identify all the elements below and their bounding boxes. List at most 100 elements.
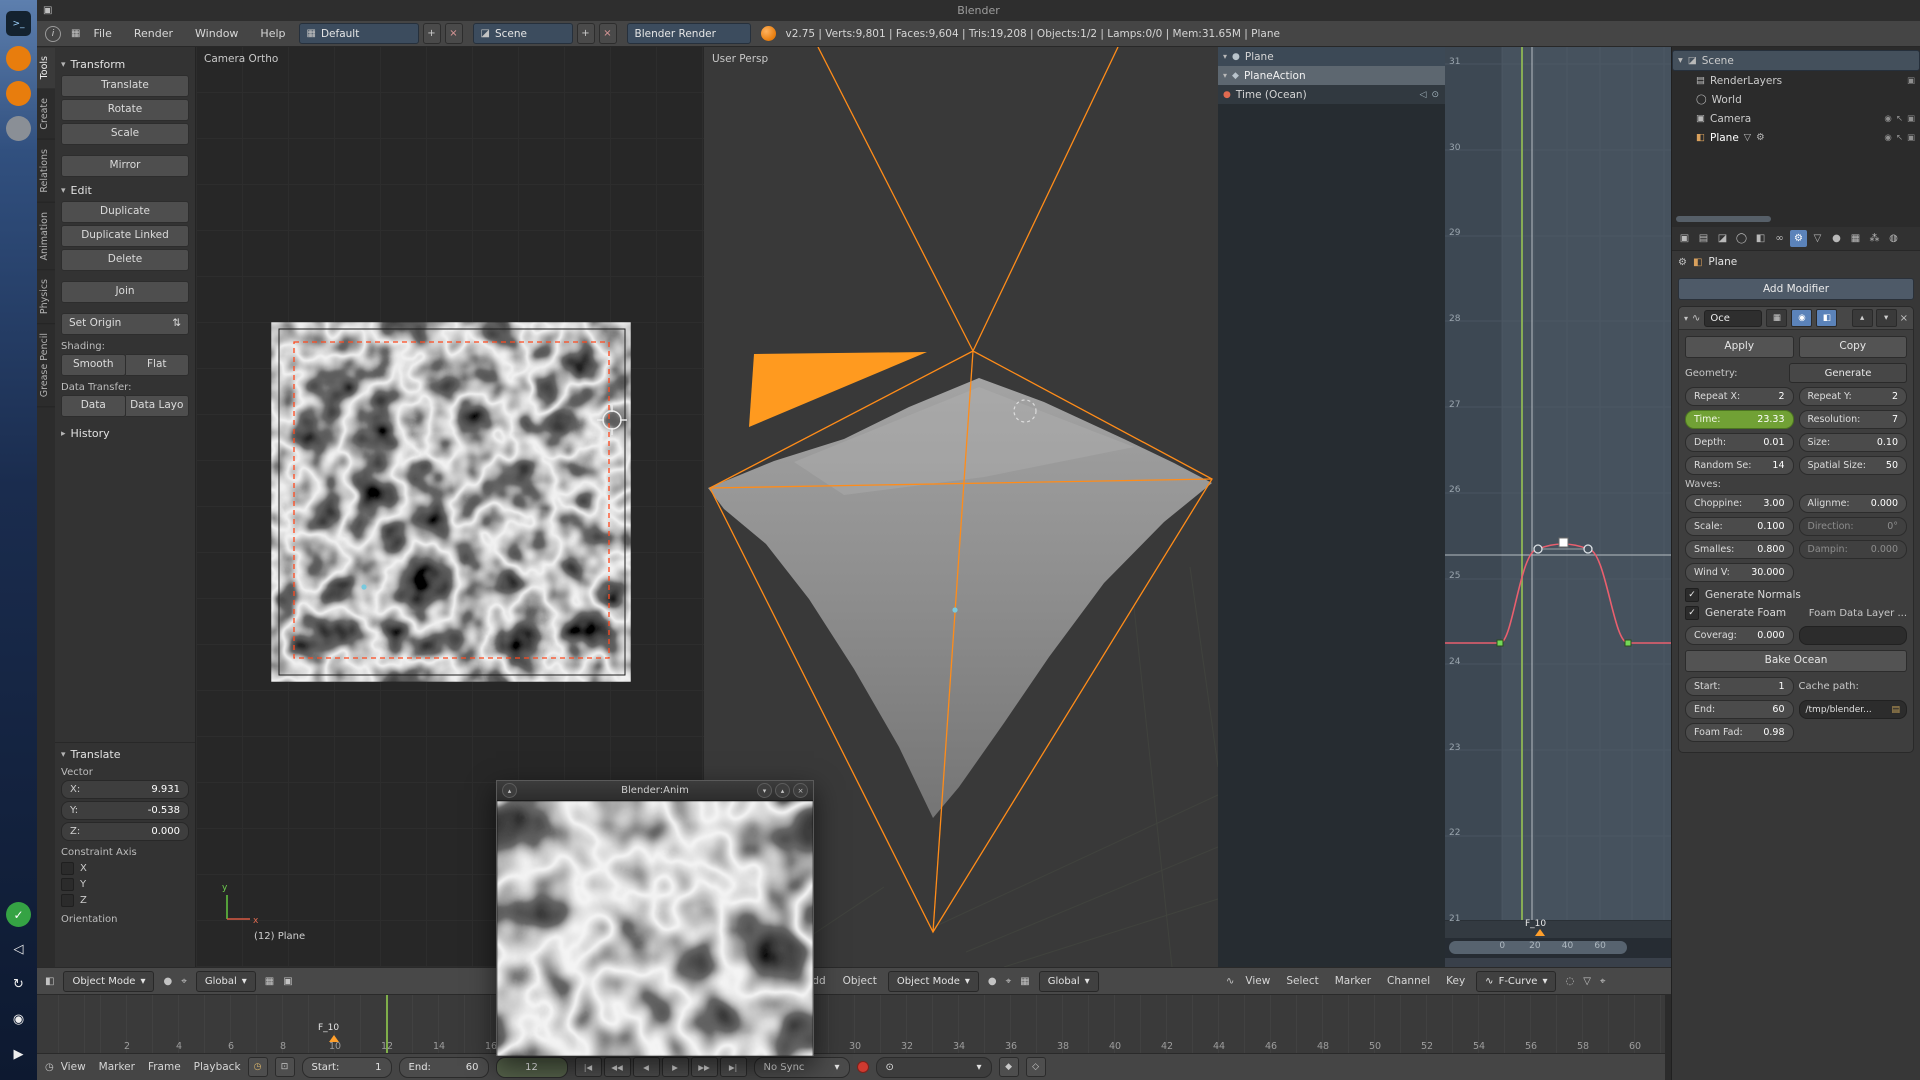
ghost-curves-icon[interactable]: ◌ bbox=[1565, 976, 1574, 987]
geometry-mode-dropdown[interactable]: Generate bbox=[1789, 363, 1907, 383]
channel-row-time-ocean[interactable]: ● Time (Ocean) ◁ ⊙ bbox=[1218, 85, 1445, 104]
bake-start-field[interactable]: Start: 1 bbox=[1685, 677, 1794, 696]
number-field[interactable]: Repeat Y:2 bbox=[1799, 387, 1908, 406]
edit-mode-toggle[interactable]: ▦ bbox=[1766, 309, 1787, 327]
number-field[interactable]: Alignme:0.000 bbox=[1799, 494, 1908, 513]
editor-type-icon[interactable]: ◷ bbox=[45, 1062, 54, 1073]
visibility-eye-icon[interactable]: ◉ bbox=[1884, 133, 1891, 143]
number-field[interactable]: Dampin:0.000 bbox=[1799, 540, 1908, 559]
edit-panel-header[interactable]: ▾ Edit bbox=[61, 184, 189, 197]
play-button[interactable]: ▶ bbox=[662, 1057, 689, 1077]
sync-dropdown[interactable]: No Sync ▾ bbox=[754, 1057, 850, 1078]
dock-terminal-icon[interactable]: >_ bbox=[6, 11, 31, 36]
outliner-row-world[interactable]: ◯ World bbox=[1672, 90, 1920, 109]
dock-check-icon[interactable]: ✓ bbox=[6, 902, 31, 927]
constraint-axis-checkbox[interactable]: X bbox=[61, 860, 189, 876]
toolshelf-tab[interactable]: Grease Pencil bbox=[37, 324, 55, 407]
timeline[interactable]: F_10 24681012141618202224262830323436384… bbox=[37, 994, 1665, 1054]
toolshelf-tab[interactable]: Tools bbox=[37, 47, 55, 89]
insert-keyframe-icon[interactable]: ◆ bbox=[999, 1057, 1019, 1077]
render-engine-selector[interactable]: Blender Render bbox=[627, 23, 751, 44]
vector-component-field[interactable]: Y:-0.538 bbox=[61, 801, 189, 820]
number-field[interactable]: Resolution:7 bbox=[1799, 410, 1908, 429]
properties-tab-texture[interactable]: ▦ bbox=[1847, 230, 1864, 247]
shading-button[interactable]: Smooth bbox=[61, 354, 126, 376]
number-field[interactable]: Size:0.10 bbox=[1799, 433, 1908, 452]
dock-blender-icon-2[interactable] bbox=[6, 81, 31, 106]
lock-pin-icon[interactable]: ⊙ bbox=[1431, 90, 1439, 100]
layers-icon[interactable]: ▦ bbox=[1020, 976, 1029, 987]
menu-item[interactable]: Object bbox=[841, 975, 879, 987]
properties-tab-render-layers[interactable]: ▤ bbox=[1695, 230, 1712, 247]
foam-fade-field[interactable]: Foam Fad: 0.98 bbox=[1685, 723, 1794, 742]
coverage-field[interactable]: Coverag: 0.000 bbox=[1685, 626, 1794, 645]
edit-button[interactable]: Duplicate Linked bbox=[61, 225, 189, 247]
number-field[interactable]: Depth:0.01 bbox=[1685, 433, 1794, 452]
join-button[interactable]: Join bbox=[61, 281, 189, 303]
dock-blender-icon[interactable] bbox=[6, 46, 31, 71]
cache-path-field[interactable]: /tmp/blender... ▤ bbox=[1799, 700, 1908, 719]
shading-button[interactable]: Flat bbox=[126, 354, 190, 376]
menu-item[interactable]: Window bbox=[192, 27, 241, 40]
copy-button[interactable]: Copy bbox=[1799, 336, 1908, 358]
graph-marker-row[interactable]: F_10 bbox=[1445, 920, 1671, 939]
transform-button[interactable]: Rotate bbox=[61, 99, 189, 121]
window-menu-icon[interactable]: ▴ bbox=[502, 783, 517, 798]
graph-editor[interactable]: 3130292827262524232221 F_10 0204060 bbox=[1445, 47, 1671, 967]
menu-item[interactable]: Marker bbox=[99, 1061, 135, 1073]
renderability-icon[interactable]: ▣ bbox=[1907, 114, 1915, 124]
render-toggle[interactable]: ◧ bbox=[1816, 309, 1837, 327]
generate-foam-checkbox[interactable]: ✓ Generate Foam bbox=[1685, 606, 1786, 620]
folder-icon[interactable]: ▤ bbox=[1891, 705, 1900, 715]
transform-panel-header[interactable]: ▾ Transform bbox=[61, 58, 189, 71]
delete-layout-button[interactable]: × bbox=[445, 23, 463, 44]
prev-keyframe-button[interactable]: ◀◀ bbox=[604, 1057, 631, 1077]
properties-tab-constraints[interactable]: ∞ bbox=[1771, 230, 1788, 247]
transform-button[interactable]: Scale bbox=[61, 123, 189, 145]
menu-item[interactable]: Render bbox=[131, 27, 176, 40]
delete-modifier-icon[interactable]: × bbox=[1900, 313, 1908, 324]
menu-item[interactable]: Playback bbox=[194, 1061, 241, 1073]
operator-panel-header[interactable]: ▾ Translate bbox=[61, 748, 189, 761]
float-window-titlebar[interactable]: ▴ Blender:Anim ▾ ▴ × bbox=[497, 781, 813, 801]
dock-app-icon[interactable] bbox=[6, 116, 31, 141]
number-field[interactable]: Time:23.33 bbox=[1685, 410, 1794, 429]
data-transfer-button[interactable]: Data Layo bbox=[126, 395, 190, 417]
orientation-dropdown[interactable]: Global ▾ bbox=[1039, 971, 1099, 992]
number-field[interactable]: Scale:0.100 bbox=[1685, 517, 1794, 536]
properties-tab-physics[interactable]: ◍ bbox=[1885, 230, 1902, 247]
properties-tab-scene[interactable]: ◪ bbox=[1714, 230, 1731, 247]
generate-normals-checkbox[interactable]: ✓ Generate Normals bbox=[1685, 586, 1907, 604]
toolshelf-tab[interactable]: Physics bbox=[37, 270, 55, 324]
dock-speaker-icon[interactable]: ◁ bbox=[6, 937, 31, 962]
dock-eject-icon[interactable]: ◉ bbox=[6, 1007, 31, 1032]
number-field[interactable]: Spatial Size:50 bbox=[1799, 456, 1908, 475]
graph-h-scrollbar[interactable]: 0204060 bbox=[1445, 938, 1671, 958]
channel-row-plane[interactable]: ▾ ● Plane bbox=[1218, 47, 1445, 66]
collapse-icon[interactable]: ▾ bbox=[1684, 314, 1688, 323]
add-modifier-button[interactable]: Add Modifier bbox=[1678, 278, 1914, 300]
delete-keyframe-icon[interactable]: ◇ bbox=[1026, 1057, 1046, 1077]
properties-tab-data[interactable]: ▽ bbox=[1809, 230, 1826, 247]
outliner-row-renderlayers[interactable]: ▤ RenderLayers ▣ bbox=[1672, 71, 1920, 90]
number-field[interactable]: Direction:0° bbox=[1799, 517, 1908, 536]
edit-button[interactable]: Duplicate bbox=[61, 201, 189, 223]
next-keyframe-button[interactable]: ▶▶ bbox=[691, 1057, 718, 1077]
number-field[interactable]: Wind V:30.000 bbox=[1685, 563, 1794, 582]
menu-item[interactable]: Help bbox=[257, 27, 288, 40]
number-field[interactable]: Smalles:0.800 bbox=[1685, 540, 1794, 559]
marker-icon[interactable] bbox=[1535, 929, 1545, 936]
menu-item[interactable]: Channel bbox=[1385, 975, 1432, 987]
history-panel-header[interactable]: ▸ History bbox=[61, 427, 189, 440]
selectability-icon[interactable]: ↖ bbox=[1896, 133, 1903, 143]
modifier-header[interactable]: ▾ ∿ Oce ▦ ◉ ◧ ▴ ▾ × bbox=[1679, 307, 1913, 330]
transform-button[interactable]: Translate bbox=[61, 75, 189, 97]
outliner-scrollbar[interactable] bbox=[1676, 216, 1771, 222]
delete-scene-button[interactable]: × bbox=[599, 23, 617, 44]
number-field[interactable]: Repeat X:2 bbox=[1685, 387, 1794, 406]
anim-render-window[interactable]: ▴ Blender:Anim ▾ ▴ × bbox=[496, 780, 814, 1056]
viewport-shading-icon[interactable]: ● bbox=[988, 976, 997, 987]
edit-button[interactable]: Delete bbox=[61, 249, 189, 271]
properties-tab-object[interactable]: ◧ bbox=[1752, 230, 1769, 247]
dock-refresh-icon[interactable]: ↻ bbox=[6, 972, 31, 997]
